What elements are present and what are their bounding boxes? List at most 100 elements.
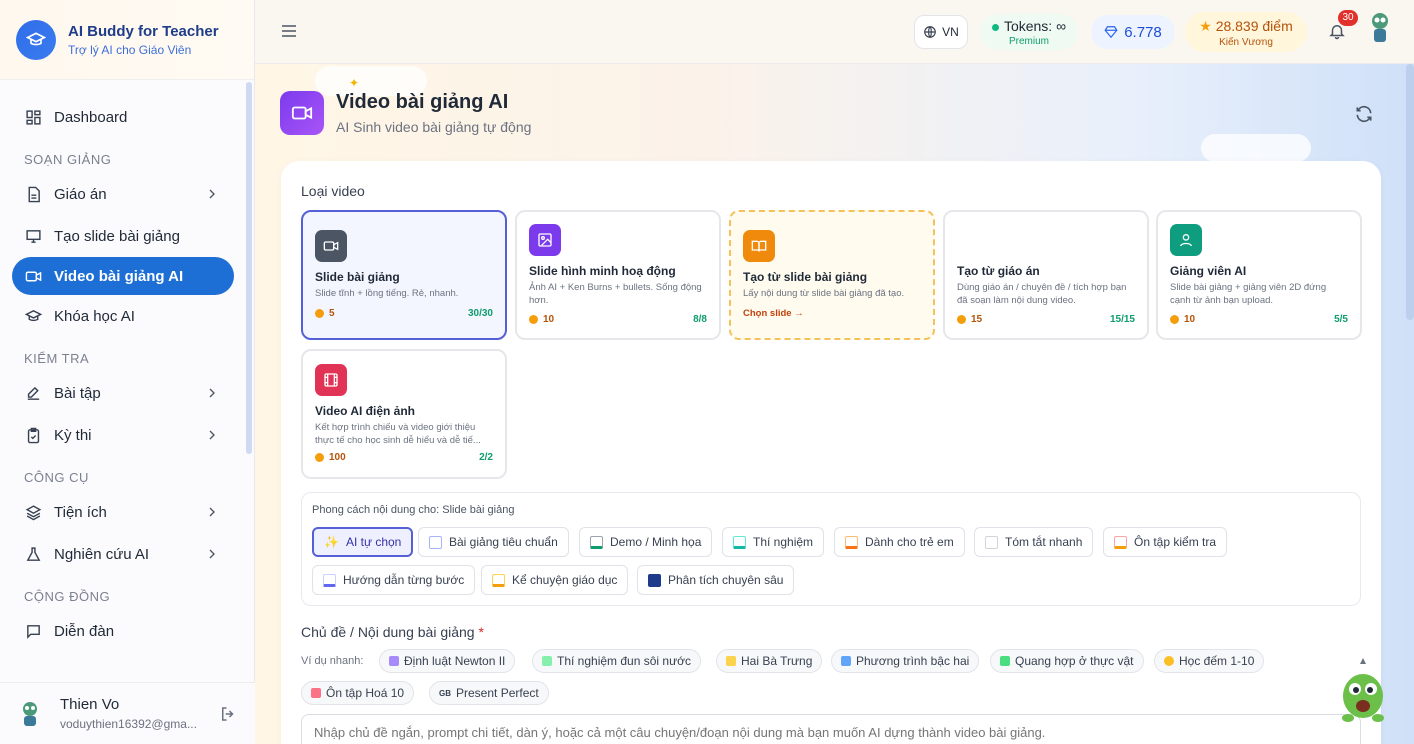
chip-label: Demo / Minh họa <box>610 535 702 549</box>
sidebar-item-label: Diễn đàn <box>54 622 115 640</box>
video-type-cost: 10 <box>1184 314 1196 325</box>
chevron-right-icon <box>209 388 215 398</box>
chip-label: Ôn tập kiểm tra <box>1134 535 1217 549</box>
flask-icon <box>24 545 42 563</box>
style-chip-ai-tu-chon[interactable]: ✨ AI tự chọn <box>312 527 414 557</box>
logout-icon[interactable] <box>219 705 237 723</box>
sidebar-item-khoa-hoc[interactable]: Khóa học AI <box>0 295 246 337</box>
example-chip[interactable]: Phương trình bậc hai <box>831 649 980 673</box>
presentation-icon <box>24 227 42 245</box>
scroll-icon <box>726 656 736 666</box>
style-chip-tre-em[interactable]: Dành cho trẻ em <box>834 527 965 557</box>
seedling-icon <box>1000 656 1010 666</box>
sidebar-item-dien-dan[interactable]: Diễn đàn <box>0 610 246 652</box>
style-chip-tom-tat[interactable]: Tóm tắt nhanh <box>974 527 1094 557</box>
sidebar-item-ky-thi[interactable]: Kỳ thi <box>0 414 246 456</box>
brand[interactable]: AI Buddy for Teacher Trợ lý AI cho Giáo … <box>0 0 254 80</box>
hamburger-menu-icon[interactable] <box>281 24 297 38</box>
books-icon <box>311 688 321 698</box>
mascot-assistant-icon[interactable] <box>1338 656 1388 726</box>
video-type-giang-vien-ai[interactable]: Giảng viên AI Slide bài giảng + giảng vi… <box>1156 210 1362 340</box>
gems-badge[interactable]: 6.778 <box>1091 15 1175 49</box>
page-title: Video bài giảng AI <box>336 91 509 113</box>
graduation-cap-icon <box>16 19 56 60</box>
points-value: 28.839 điểm <box>1215 18 1293 34</box>
style-chip-phan-tich[interactable]: Phân tích chuyên sâu <box>637 565 795 595</box>
user-icon <box>1170 224 1202 256</box>
sidebar: AI Buddy for Teacher Trợ lý AI cho Giáo … <box>0 0 255 744</box>
sidebar-item-dashboard[interactable]: Dashboard <box>0 96 246 138</box>
video-type-name: Video AI điện ảnh <box>315 404 416 418</box>
swatch-icon <box>648 573 661 587</box>
sidebar-item-giao-an[interactable]: Giáo án <box>0 173 246 215</box>
points-badge[interactable]: ★ 28.839 điểm Kiến Vương <box>1185 12 1307 52</box>
topic-input[interactable] <box>301 714 1361 744</box>
chip-label: Ôn tập Hoá 10 <box>326 686 405 700</box>
avatar[interactable] <box>1369 12 1391 44</box>
status-dot-icon <box>991 23 999 31</box>
notification-count: 30 <box>1338 10 1358 26</box>
style-chip-thi-nghiem[interactable]: Thí nghiệm <box>722 527 825 557</box>
sidebar-item-label: Video bài giảng AI <box>54 267 184 285</box>
video-type-quota: 2/2 <box>479 452 493 463</box>
sidebar-item-label: Khóa học AI <box>54 307 135 325</box>
example-chip[interactable]: Định luật Newton II <box>379 649 516 673</box>
choose-slide-link[interactable]: Chọn slide → <box>743 308 804 319</box>
sparkle-icon: ✦ <box>349 76 360 90</box>
sidebar-nav: Dashboard SOẠN GIẢNG Giáo án Tạo slide b… <box>0 96 246 652</box>
video-type-slide-hinh-minh-hoa[interactable]: Slide hình minh hoạ động Ảnh AI + Ken Bu… <box>515 210 721 340</box>
video-type-desc: Slide tĩnh + lồng tiếng. Rẻ, nhanh. <box>315 288 459 299</box>
atom-icon <box>389 656 399 666</box>
style-chip-demo[interactable]: Demo / Minh họa <box>579 527 713 557</box>
coin-icon <box>957 315 966 324</box>
style-chip-ke-chuyen[interactable]: Kể chuyện giáo dục <box>481 565 629 595</box>
language-selector[interactable]: VN <box>914 15 968 49</box>
sidebar-item-bai-tap[interactable]: Bài tập <box>0 372 246 414</box>
video-type-name: Tạo từ giáo án <box>957 264 1040 278</box>
swatch-icon <box>323 573 336 587</box>
chevron-right-icon <box>209 430 215 440</box>
video-type-video-ai-dien-anh[interactable]: Video AI điện ảnh Kết hợp trình chiếu và… <box>301 349 507 479</box>
example-chip[interactable]: Ôn tập Hoá 10 <box>301 681 415 705</box>
test-tube-icon <box>542 656 552 666</box>
swatch-icon <box>590 535 603 549</box>
document-icon <box>24 185 42 203</box>
video-type-tao-tu-giao-an[interactable]: Tạo từ giáo án Dùng giáo án / chuyên đề … <box>943 210 1149 340</box>
user-profile[interactable]: Thien Vo voduythien16392@gma... <box>0 682 255 744</box>
example-chip[interactable]: GB Present Perfect <box>429 681 549 705</box>
tokens-badge[interactable]: Tokens: ∞ Premium <box>980 14 1078 50</box>
sidebar-item-tien-ich[interactable]: Tiện ích <box>0 491 246 533</box>
style-chip-huong-dan[interactable]: Hướng dẫn từng bước <box>312 565 476 595</box>
section-soan-giang: SOẠN GIẢNG <box>24 152 112 167</box>
sidebar-item-label: Nghiên cứu AI <box>54 545 150 563</box>
cloud-decoration <box>1201 134 1311 162</box>
sidebar-item-video-ai[interactable]: Video bài giảng AI <box>12 257 234 295</box>
sidebar-scrollbar[interactable] <box>246 82 252 454</box>
page-scrollbar[interactable] <box>1406 64 1414 320</box>
example-chip[interactable]: Thí nghiệm đun sôi nước <box>532 649 701 673</box>
refresh-icon[interactable] <box>1354 104 1374 124</box>
video-type-desc: Dùng giáo án / chuyên đề / tích hợp bạn … <box>957 282 1127 306</box>
topic-label: Chủ đề / Nội dung bài giảng * <box>301 624 484 640</box>
page-subtitle: AI Sinh video bài giảng tự động <box>336 119 532 135</box>
style-chip-on-tap[interactable]: Ôn tập kiểm tra <box>1103 527 1228 557</box>
chat-bubble-icon <box>24 622 42 640</box>
avatar <box>23 701 37 726</box>
chip-label: Học đếm 1-10 <box>1179 654 1255 668</box>
style-chip-bai-giang-tieu-chuan[interactable]: Bài giảng tiêu chuẩn <box>418 527 569 557</box>
example-chip[interactable]: Học đếm 1-10 <box>1154 649 1265 673</box>
chip-label: Phương trình bậc hai <box>856 654 970 668</box>
sidebar-item-tao-slide[interactable]: Tạo slide bài giảng <box>0 215 246 257</box>
example-chip[interactable]: Hai Bà Trưng <box>716 649 823 673</box>
user-email: voduythien16392@gma... <box>60 717 197 731</box>
video-type-cost: 15 <box>971 314 983 325</box>
sidebar-item-label: Dashboard <box>54 108 128 126</box>
video-type-slide-bai-giang[interactable]: Slide bài giảng Slide tĩnh + lồng tiếng.… <box>301 210 507 340</box>
swatch-icon <box>429 535 442 549</box>
video-type-cost: 5 <box>329 308 335 319</box>
example-chip[interactable]: Quang hợp ở thực vật <box>990 649 1144 673</box>
video-type-quota: 5/5 <box>1334 314 1348 325</box>
video-type-tao-tu-slide[interactable]: Tạo từ slide bài giảng Lấy nội dung từ s… <box>729 210 935 340</box>
sidebar-item-nghien-cuu[interactable]: Nghiên cứu AI <box>0 533 246 575</box>
main-content: ✦ Video bài giảng AI AI Sinh video bài g… <box>255 64 1414 744</box>
